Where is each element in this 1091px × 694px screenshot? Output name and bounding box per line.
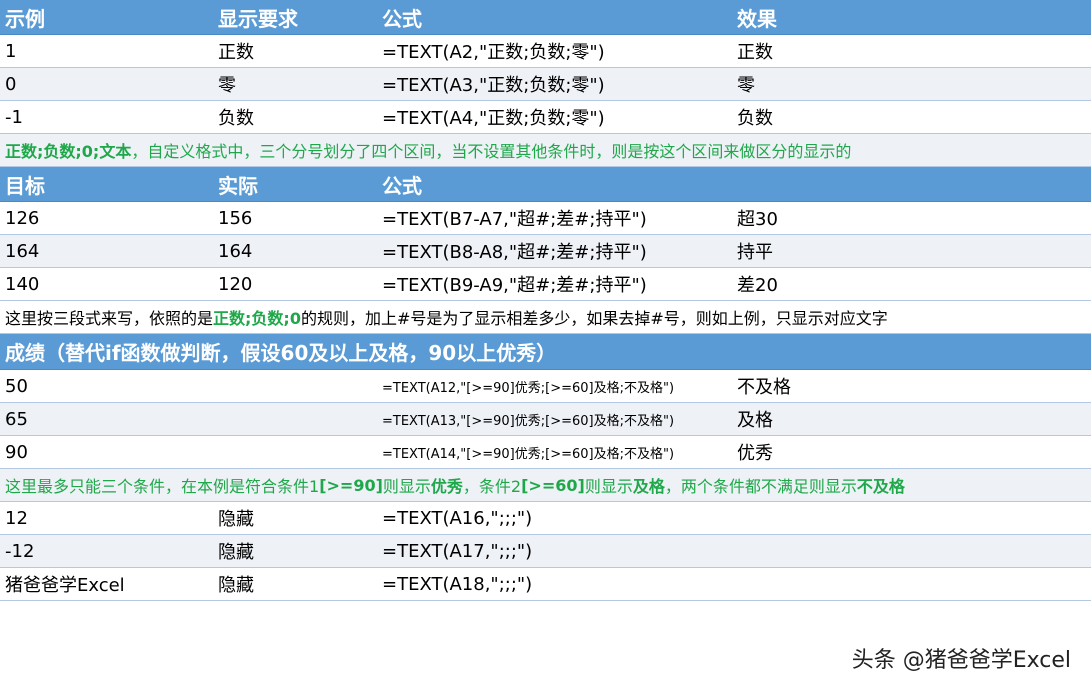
- note-text: ，自定义格式中，三个分号划分了四个区间，当不设置其他条件时，则是按这个区间来做区…: [131, 142, 852, 161]
- cell[interactable]: 负数: [218, 101, 254, 133]
- note-bold: 不及格: [856, 477, 905, 496]
- table-row: 140 120 =TEXT(B9-A9,"超#;差#;持平") 差20: [0, 268, 1091, 301]
- header-cell[interactable]: 显示要求: [218, 0, 298, 34]
- header-cell[interactable]: 示例: [5, 0, 45, 34]
- cell[interactable]: 持平: [737, 235, 773, 267]
- cell[interactable]: =TEXT(A16,";;;"): [382, 502, 532, 534]
- cell[interactable]: =TEXT(A17,";;;"): [382, 535, 532, 567]
- header-row-2: 目标 实际 公式: [0, 167, 1091, 202]
- header-cell[interactable]: 实际: [218, 167, 258, 201]
- cell[interactable]: 164: [218, 235, 252, 267]
- cell[interactable]: =TEXT(A13,"[>=90]优秀;[>=60]及格;不及格"): [382, 403, 674, 435]
- header-cell[interactable]: 公式: [382, 167, 422, 201]
- table-row: 65 =TEXT(A13,"[>=90]优秀;[>=60]及格;不及格") 及格: [0, 403, 1091, 436]
- cell[interactable]: 0: [5, 68, 16, 100]
- cell[interactable]: 1: [5, 35, 16, 67]
- cell[interactable]: 及格: [737, 403, 773, 435]
- cell[interactable]: 零: [737, 68, 755, 100]
- cell[interactable]: 156: [218, 202, 252, 234]
- note-bold: 优秀: [430, 477, 463, 496]
- note-bold: 正数;负数;0: [213, 309, 301, 328]
- header-cell[interactable]: 效果: [737, 0, 777, 34]
- cell[interactable]: 140: [5, 268, 39, 300]
- cell[interactable]: -1: [5, 101, 23, 133]
- watermark: 头条 @猪爸爸学Excel: [852, 642, 1071, 674]
- cell[interactable]: 164: [5, 235, 39, 267]
- cell[interactable]: 隐藏: [218, 535, 254, 567]
- header-cell[interactable]: 公式: [382, 0, 422, 34]
- cell[interactable]: =TEXT(A2,"正数;负数;零"): [382, 35, 605, 67]
- note-text: 则显示: [584, 477, 633, 496]
- table-row: 0 零 =TEXT(A3,"正数;负数;零") 零: [0, 68, 1091, 101]
- note-row-2[interactable]: 这里按三段式来写，依照的是 正数;负数;0 的规则，加上#号是为了显示相差多少，如果…: [0, 301, 1091, 334]
- cell[interactable]: 正数: [737, 35, 773, 67]
- cell[interactable]: =TEXT(A18,";;;"): [382, 568, 532, 600]
- watermark-text: 头条 @猪爸爸学Excel: [851, 648, 1071, 673]
- table-row: -12 隐藏 =TEXT(A17,";;;"): [0, 535, 1091, 568]
- cell[interactable]: 126: [5, 202, 39, 234]
- note-bold: 正数;负数;0;文本: [5, 142, 132, 161]
- cell[interactable]: 优秀: [737, 436, 773, 468]
- note-text: 这里最多只能三个条件，在本例是符合条件1: [5, 477, 320, 496]
- note-text: 这里按三段式来写，依照的是: [5, 309, 214, 328]
- table-row: 猪爸爸学Excel 隐藏 =TEXT(A18,";;;"): [0, 568, 1091, 601]
- cell[interactable]: 差20: [737, 268, 778, 300]
- note-bold: [>=60]: [521, 475, 585, 495]
- header-cell[interactable]: 目标: [5, 167, 45, 201]
- cell[interactable]: 隐藏: [218, 568, 254, 600]
- table-row: 50 =TEXT(A12,"[>=90]优秀;[>=60]及格;不及格") 不及…: [0, 370, 1091, 403]
- cell[interactable]: 50: [5, 370, 28, 402]
- cell[interactable]: =TEXT(A3,"正数;负数;零"): [382, 68, 605, 100]
- cell[interactable]: =TEXT(A12,"[>=90]优秀;[>=60]及格;不及格"): [382, 370, 674, 402]
- note-text: ，两个条件都不满足则显示: [664, 477, 857, 496]
- cell[interactable]: -12: [5, 535, 34, 567]
- cell[interactable]: 隐藏: [218, 502, 254, 534]
- cell[interactable]: =TEXT(A4,"正数;负数;零"): [382, 101, 605, 133]
- table-row: 1 正数 =TEXT(A2,"正数;负数;零") 正数: [0, 35, 1091, 68]
- note-text: 则显示: [382, 477, 431, 496]
- table-row: 164 164 =TEXT(B8-A8,"超#;差#;持平") 持平: [0, 235, 1091, 268]
- section-title[interactable]: 成绩（替代if函数做判断，假设60及以上及格，90以上优秀）: [0, 334, 1091, 370]
- cell[interactable]: =TEXT(B8-A8,"超#;差#;持平"): [382, 235, 647, 267]
- cell[interactable]: 12: [5, 502, 28, 534]
- spreadsheet: 示例 显示要求 公式 效果 1 正数 =TEXT(A2,"正数;负数;零") 正…: [0, 0, 1091, 601]
- note-bold: 及格: [632, 477, 665, 496]
- cell[interactable]: 负数: [737, 101, 773, 133]
- table-row: 12 隐藏 =TEXT(A16,";;;"): [0, 502, 1091, 535]
- cell[interactable]: 不及格: [737, 370, 791, 402]
- table-row: 126 156 =TEXT(B7-A7,"超#;差#;持平") 超30: [0, 202, 1091, 235]
- note-row-1[interactable]: 正数;负数;0;文本 ，自定义格式中，三个分号划分了四个区间，当不设置其他条件时，…: [0, 134, 1091, 167]
- table-row: -1 负数 =TEXT(A4,"正数;负数;零") 负数: [0, 101, 1091, 134]
- table-row: 90 =TEXT(A14,"[>=90]优秀;[>=60]及格;不及格") 优秀: [0, 436, 1091, 469]
- cell[interactable]: 超30: [737, 202, 778, 234]
- cell[interactable]: 正数: [218, 35, 254, 67]
- cell[interactable]: 120: [218, 268, 252, 300]
- cell[interactable]: 65: [5, 403, 28, 435]
- note-row-3[interactable]: 这里最多只能三个条件，在本例是符合条件1 [>=90] 则显示 优秀 ，条件2 [>=60…: [0, 469, 1091, 502]
- header-row-1: 示例 显示要求 公式 效果: [0, 0, 1091, 35]
- note-text: ，条件2: [462, 477, 522, 496]
- note-text: 的规则，加上#号是为了显示相差多少，如果去掉#号，则如上例，只显示对应文字: [300, 309, 888, 328]
- cell[interactable]: =TEXT(B9-A9,"超#;差#;持平"): [382, 268, 647, 300]
- note-bold: [>=90]: [319, 475, 383, 495]
- cell[interactable]: 零: [218, 68, 236, 100]
- cell[interactable]: =TEXT(B7-A7,"超#;差#;持平"): [382, 202, 647, 234]
- cell[interactable]: =TEXT(A14,"[>=90]优秀;[>=60]及格;不及格"): [382, 436, 674, 468]
- cell[interactable]: 90: [5, 436, 28, 468]
- cell[interactable]: 猪爸爸学Excel: [5, 568, 125, 600]
